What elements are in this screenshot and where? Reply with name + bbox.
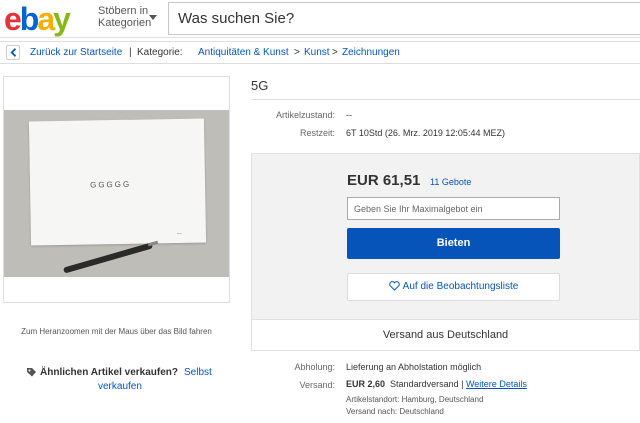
ebay-logo[interactable]: ebay: [4, 1, 71, 37]
shipping-method: Standardversand: [390, 379, 459, 389]
breadcrumb-gt: >: [294, 47, 300, 58]
time-left-label: Restzeit:: [299, 128, 335, 138]
more-details-link[interactable]: Weitere Details: [466, 379, 527, 389]
browse-line-1: Stöbern in: [98, 5, 149, 17]
bid-count-link[interactable]: 11 Gebote: [430, 177, 471, 187]
logo-letter-e: e: [4, 1, 22, 37]
chevron-left-icon: [10, 48, 17, 57]
browse-line-2: Kategorien: [98, 17, 152, 29]
header-divider: [0, 37, 640, 38]
category-label: Kategorie:: [137, 47, 183, 58]
ships-to: Versand nach: Deutschland: [346, 407, 444, 416]
browse-categories-button[interactable]: Stöbern in Kategorien: [98, 5, 151, 29]
search-box[interactable]: [168, 2, 640, 35]
time-left-value: 6T 10Std (26. Mrz. 2019 12:05:44 MEZ): [346, 128, 505, 138]
logo-letter-b: b: [19, 1, 39, 37]
watchlist-button[interactable]: Auf die Beobachtungsliste: [347, 273, 560, 301]
title-divider: [251, 99, 640, 100]
breadcrumb-item-antiques[interactable]: Antiquitäten & Kunst: [198, 42, 289, 63]
time-left-end-date: (26. Mrz. 2019 12:05:44 MEZ): [384, 128, 505, 138]
product-image-panel[interactable]: GGGGG ~~: [3, 76, 230, 303]
back-button[interactable]: [6, 45, 20, 60]
tag-icon: [27, 368, 36, 377]
shipping-price: EUR 2,60: [346, 379, 386, 389]
shipping-label: Versand:: [299, 380, 335, 390]
shipping-value: EUR 2,60 Standardversand | Weitere Detai…: [346, 379, 527, 389]
item-title: 5G: [251, 78, 269, 93]
watchlist-label: Auf die Beobachtungsliste: [402, 281, 519, 292]
heart-icon: [388, 281, 400, 291]
max-bid-input[interactable]: [348, 198, 559, 219]
zoom-hint: Zum Heranzoomen mit der Maus über das Bi…: [21, 327, 212, 336]
current-price: EUR 61,51: [347, 172, 421, 189]
buy-box: EUR 61,51 11 Gebote Bieten Auf die Beoba…: [251, 153, 640, 351]
time-left-remaining: 6T 10Std: [346, 128, 383, 138]
breadcrumb-separator: |: [129, 47, 132, 58]
condition-label: Artikelzustand:: [275, 110, 335, 120]
breadcrumb-item-art[interactable]: Kunst: [304, 42, 330, 63]
back-to-home-link[interactable]: Zurück zur Startseite: [30, 42, 122, 63]
breadcrumb: Zurück zur Startseite | Kategorie: Antiq…: [0, 41, 640, 64]
bid-button[interactable]: Bieten: [347, 228, 560, 259]
search-input[interactable]: [169, 3, 640, 34]
pickup-value: Lieferung an Abholstation möglich: [346, 362, 482, 372]
sell-yourself-link[interactable]: Selbst: [184, 367, 212, 378]
max-bid-field[interactable]: [347, 197, 560, 220]
logo-letter-a: a: [37, 1, 55, 37]
ships-from-strip: Versand aus Deutschland: [252, 319, 639, 350]
sell-yourself-link-cont[interactable]: verkaufen: [98, 381, 142, 392]
sell-similar-question: Ähnlichen Artikel verkaufen?: [40, 367, 178, 378]
pen-graphic: [62, 242, 154, 274]
breadcrumb-gt: >: [332, 47, 338, 58]
header: ebay Stöbern in Kategorien: [0, 0, 640, 38]
paper-text: GGGGG: [89, 179, 132, 190]
paper-drawing: GGGGG ~~: [28, 118, 207, 246]
signature-mark: ~~: [176, 230, 182, 236]
condition-value: --: [346, 110, 352, 120]
shipping-separator: |: [461, 379, 464, 389]
caret-down-icon[interactable]: [149, 15, 157, 20]
product-photo[interactable]: GGGGG ~~: [4, 110, 229, 277]
pickup-label: Abholung:: [294, 362, 335, 372]
breadcrumb-item-drawings[interactable]: Zeichnungen: [342, 42, 400, 63]
logo-letter-y: y: [53, 1, 71, 37]
item-location: Artikelstandort: Hamburg, Deutschland: [346, 395, 484, 404]
